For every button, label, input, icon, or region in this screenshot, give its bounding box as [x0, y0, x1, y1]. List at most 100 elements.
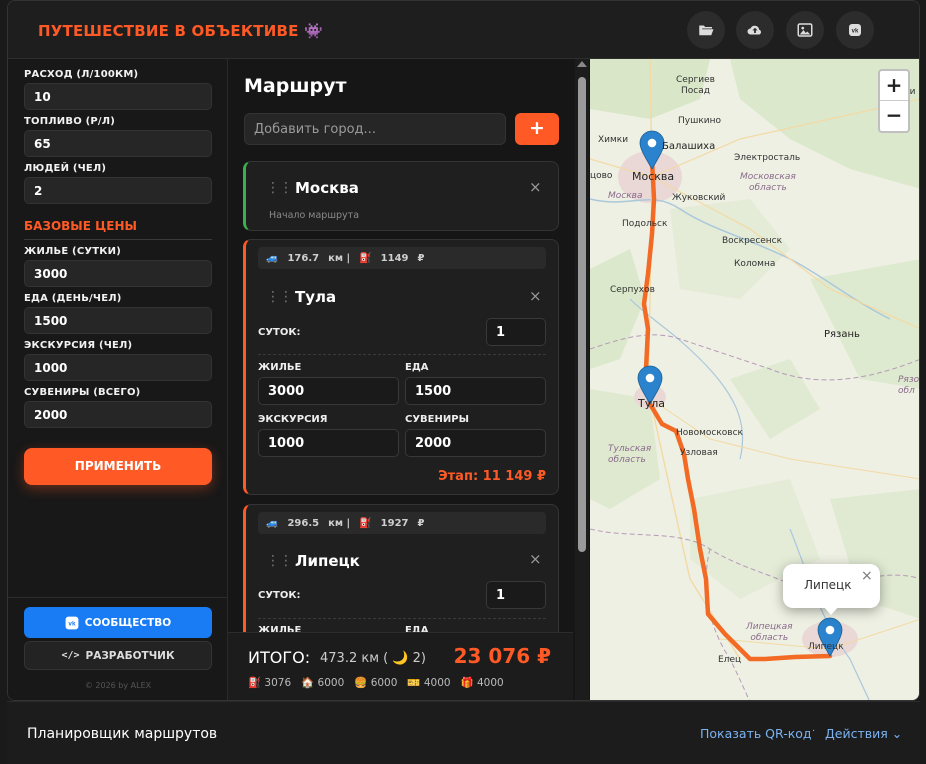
map-label: Липецк	[808, 642, 844, 652]
close-icon[interactable]: ×	[529, 552, 542, 567]
route-stage-card: 🚙 176.7 км | ⛽ 1149 ₽ ⋮⋮ Тула × СУТОК: 1…	[243, 239, 559, 495]
totals-sum: 23 076 ₽	[453, 644, 551, 668]
map-label: Коломна	[734, 259, 776, 269]
souvenirs-label: СУВЕНИРЫ (ВСЕГО)	[24, 387, 141, 398]
separator: ·	[812, 726, 816, 737]
food-label: ЕДА	[405, 362, 429, 373]
close-icon[interactable]: ×	[529, 289, 542, 304]
popup-text: Липецк	[804, 578, 852, 592]
days-input[interactable]: 1	[486, 581, 546, 609]
distance-info: 🚙 296.5 км | ⛽ 1927 ₽	[258, 512, 546, 534]
image-icon	[797, 23, 813, 37]
zoom-out-button[interactable]: −	[880, 101, 908, 131]
people-input[interactable]: 2	[24, 177, 212, 204]
drag-handle-icon[interactable]: ⋮⋮	[266, 553, 293, 569]
stage-food-input[interactable]: 1500	[405, 377, 546, 405]
route-scrollbar[interactable]	[575, 59, 589, 700]
map-label: Подольск	[622, 219, 668, 229]
stage-housing-input[interactable]: 3000	[258, 377, 399, 405]
excursion-input[interactable]: 1000	[24, 354, 212, 381]
close-icon[interactable]: ×	[529, 180, 542, 195]
svg-text:vk: vk	[68, 620, 76, 627]
stage-excursion-input[interactable]: 1000	[258, 429, 399, 457]
developer-label: РАЗРАБОТЧИК	[85, 649, 175, 662]
map-label: цово	[590, 171, 613, 181]
people-label: ЛЮДЕЙ (ЧЕЛ)	[24, 163, 107, 174]
currency: ₽	[417, 517, 425, 529]
drag-handle-icon[interactable]: ⋮⋮	[266, 289, 293, 305]
drag-handle-icon[interactable]: ⋮⋮	[266, 180, 293, 196]
stage-distance: 176.7	[287, 252, 320, 264]
map-label: Серпухов	[610, 285, 655, 295]
popup-tip	[823, 606, 839, 615]
stage-souvenirs-input[interactable]: 2000	[405, 429, 546, 457]
community-label: СООБЩЕСТВО	[84, 616, 172, 629]
map-label: Узловая	[680, 448, 718, 458]
consumption-input[interactable]: 10	[24, 83, 212, 110]
scroll-up-icon[interactable]	[577, 61, 587, 67]
food-label: ЕДА (ДЕНЬ/ЧЕЛ)	[24, 293, 122, 304]
distance-unit: км |	[328, 517, 351, 529]
map-label: Московская область	[740, 172, 796, 193]
close-icon[interactable]: ×	[861, 568, 873, 584]
image-button[interactable]	[786, 11, 824, 49]
route-title: Маршрут	[244, 75, 347, 97]
days-input[interactable]: 1	[486, 318, 546, 346]
housing-label: ЖИЛЬЕ (СУТКИ)	[24, 246, 122, 257]
map-label: Новомосковск	[676, 428, 743, 438]
fuel-price-input[interactable]: 65	[24, 130, 212, 157]
fuel-cost: 1149	[380, 252, 409, 264]
add-city-button[interactable]: +	[515, 113, 559, 145]
scroll-thumb[interactable]	[578, 77, 586, 552]
map-popup: Липецк ×	[783, 564, 880, 615]
footer-title: Планировщик маршрутов	[27, 726, 218, 742]
route-map[interactable]: Сергиев Посад Влади Пушкино Химки Балаши…	[590, 59, 919, 700]
currency: ₽	[417, 252, 425, 264]
total-excursions: 🎫 4000	[407, 677, 451, 689]
start-subtitle: Начало маршрута	[269, 210, 360, 221]
housing-label: ЖИЛЬЕ	[258, 362, 302, 373]
copyright: © 2026 by ALEX	[84, 681, 152, 690]
total-housing: 🏠 6000	[301, 677, 345, 689]
vk-icon: vk	[849, 24, 861, 36]
distance-info: 🚙 176.7 км | ⛽ 1149 ₽	[258, 247, 546, 269]
divider	[8, 597, 228, 598]
car-icon: 🚙	[266, 252, 279, 264]
consumption-label: РАСХОД (Л/100КМ)	[24, 69, 139, 80]
souvenirs-input[interactable]: 2000	[24, 401, 212, 428]
open-file-button[interactable]	[687, 11, 725, 49]
days-label: СУТОК:	[258, 327, 301, 338]
app-header: ПУТЕШЕСТВИЕ В ОБЪЕКТИВЕ 👾 vk	[8, 1, 919, 59]
zoom-in-button[interactable]: +	[880, 71, 908, 101]
community-button[interactable]: vk СООБЩЕСТВО	[24, 607, 212, 638]
developer-button[interactable]: </> РАЗРАБОТЧИК	[24, 641, 212, 670]
map-label: Тульская область	[608, 444, 652, 465]
map-label: Электросталь	[734, 153, 801, 163]
vk-icon: vk	[65, 616, 79, 629]
svg-text:vk: vk	[852, 29, 859, 35]
total-food: 🍔 6000	[354, 677, 398, 689]
show-qr-link[interactable]: Показать QR-код	[700, 726, 812, 741]
map-label: Химки	[598, 135, 629, 145]
days-label: СУТОК:	[258, 590, 301, 601]
totals-distance: 473.2 км ( 🌙 2)	[320, 651, 427, 666]
total-souvenirs: 🎁 4000	[460, 677, 504, 689]
map-label: Москва	[632, 170, 675, 183]
map-label: Тула	[638, 397, 666, 410]
food-input[interactable]: 1500	[24, 307, 212, 334]
cloud-upload-button[interactable]	[736, 11, 774, 49]
souvenirs-label: СУВЕНИРЫ	[405, 414, 469, 425]
map-label: Жуковский	[672, 193, 726, 203]
divider	[258, 618, 546, 619]
zoom-control: + −	[878, 69, 910, 133]
map-label: Балашиха	[662, 141, 716, 152]
fuel-price-label: ТОПЛИВО (Р/Л)	[24, 116, 115, 127]
code-icon: </>	[61, 650, 80, 661]
housing-input[interactable]: 3000	[24, 260, 212, 287]
route-start-card: ⋮⋮ Москва × Начало маршрута	[243, 161, 559, 231]
map-label: Елец	[718, 655, 742, 665]
apply-button[interactable]: ПРИМЕНИТЬ	[24, 448, 212, 485]
add-city-input[interactable]: Добавить город...	[244, 113, 506, 145]
vk-header-button[interactable]: vk	[836, 11, 874, 49]
actions-dropdown[interactable]: Действия ⌄	[825, 726, 902, 741]
